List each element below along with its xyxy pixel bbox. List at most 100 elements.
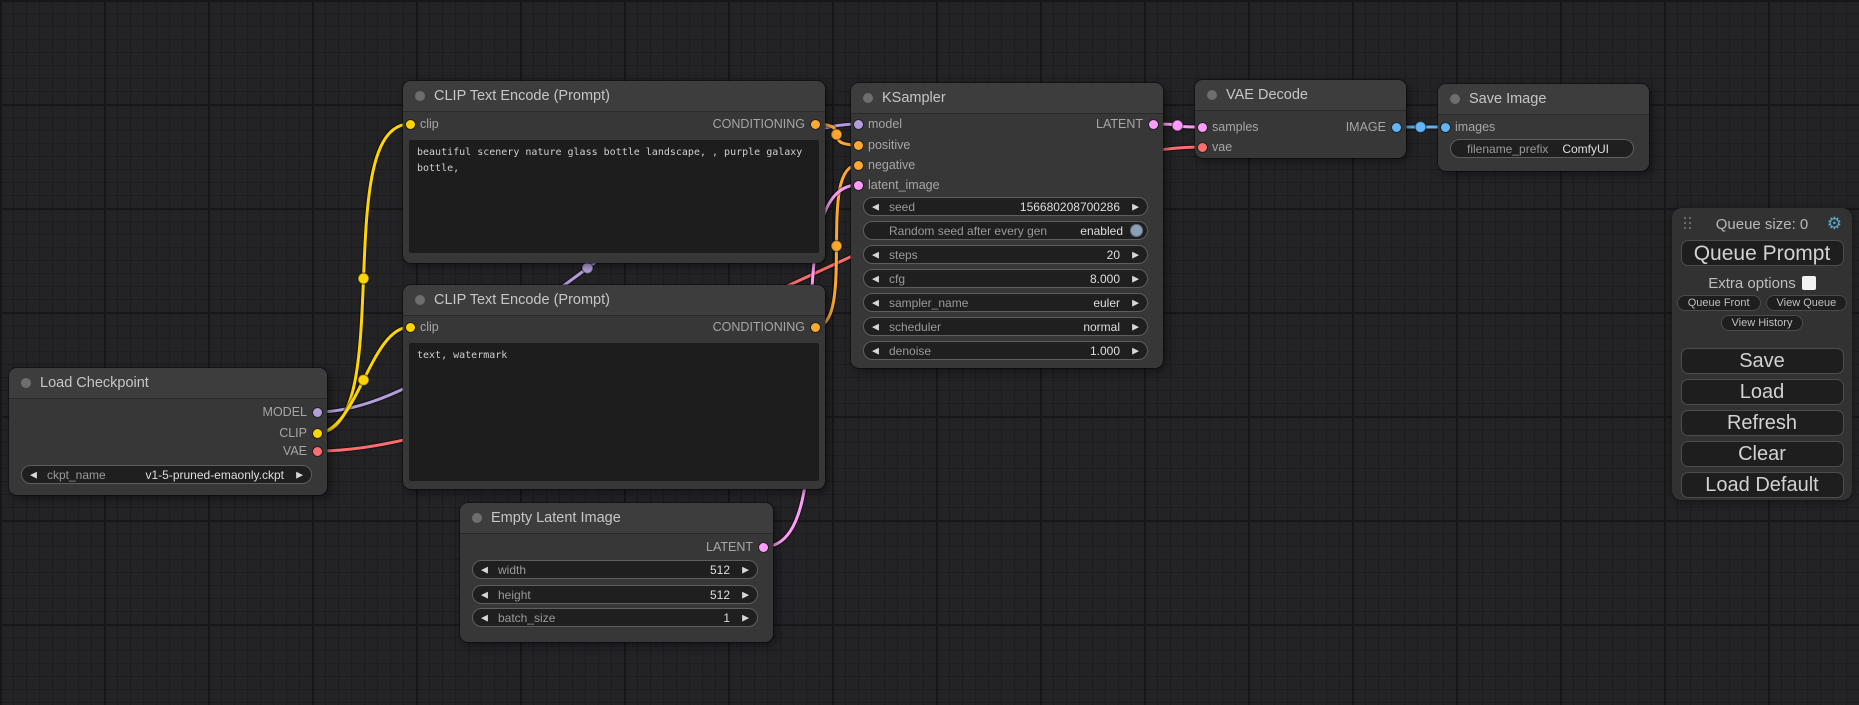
node-title-bar[interactable]: CLIP Text Encode (Prompt) bbox=[403, 285, 825, 316]
clip-slot-label: clip bbox=[420, 320, 439, 334]
conditioning-output-dot[interactable] bbox=[811, 323, 820, 332]
decrement-arrow-icon[interactable]: ◀ bbox=[872, 346, 879, 355]
load-button[interactable]: Load bbox=[1681, 379, 1844, 405]
node-graph-canvas[interactable]: Load CheckpointMODELCLIPVAE◀▶ckpt_namev1… bbox=[0, 0, 1859, 705]
increment-arrow-icon[interactable]: ▶ bbox=[296, 470, 303, 479]
clip-input-dot[interactable] bbox=[406, 323, 415, 332]
node-title-bar[interactable]: Save Image bbox=[1438, 84, 1649, 115]
link-midpoint-dot[interactable] bbox=[1415, 122, 1426, 133]
samples-input-dot[interactable] bbox=[1198, 123, 1207, 132]
decrement-arrow-icon[interactable]: ◀ bbox=[872, 298, 879, 307]
clip-input-dot[interactable] bbox=[406, 120, 415, 129]
increment-arrow-icon[interactable]: ▶ bbox=[1132, 322, 1139, 331]
conditioning-slot-label: CONDITIONING bbox=[713, 117, 805, 131]
ckpt_name-widget[interactable]: ◀▶ckpt_namev1-5-pruned-emaonly.ckpt bbox=[21, 465, 312, 484]
decrement-arrow-icon[interactable]: ◀ bbox=[481, 565, 488, 574]
save-button[interactable]: Save bbox=[1681, 348, 1844, 374]
collapse-dot-icon[interactable] bbox=[415, 91, 425, 101]
prompt-textarea[interactable]: text, watermark bbox=[409, 343, 819, 481]
batch_size-widget[interactable]: ◀▶batch_size1 bbox=[472, 608, 758, 627]
node-title-bar[interactable]: KSampler bbox=[851, 83, 1163, 114]
prompt-textarea[interactable]: beautiful scenery nature glass bottle la… bbox=[409, 140, 819, 253]
decrement-arrow-icon[interactable]: ◀ bbox=[872, 322, 879, 331]
increment-arrow-icon[interactable]: ▶ bbox=[1132, 250, 1139, 259]
random seed after every gen-widget[interactable]: Random seed after every genenabled bbox=[863, 221, 1148, 240]
collapse-dot-icon[interactable] bbox=[21, 378, 31, 388]
images-input-dot[interactable] bbox=[1441, 123, 1450, 132]
height-widget[interactable]: ◀▶height512 bbox=[472, 585, 758, 604]
view-queue-button[interactable]: View Queue bbox=[1766, 295, 1848, 311]
increment-arrow-icon[interactable]: ▶ bbox=[1132, 346, 1139, 355]
collapse-dot-icon[interactable] bbox=[1450, 94, 1460, 104]
model-output-dot[interactable] bbox=[313, 408, 322, 417]
clear-button[interactable]: Clear bbox=[1681, 441, 1844, 467]
decrement-arrow-icon[interactable]: ◀ bbox=[872, 274, 879, 283]
collapse-dot-icon[interactable] bbox=[863, 93, 873, 103]
latent-output-dot[interactable] bbox=[759, 543, 768, 552]
increment-arrow-icon[interactable]: ▶ bbox=[1132, 298, 1139, 307]
queue-prompt-button[interactable]: Queue Prompt bbox=[1681, 240, 1844, 266]
clip-output-dot[interactable] bbox=[313, 429, 322, 438]
model-input-dot[interactable] bbox=[854, 120, 863, 129]
link-midpoint-dot[interactable] bbox=[358, 375, 369, 386]
settings-gear-icon[interactable]: ⚙ bbox=[1827, 214, 1842, 234]
latent_image-input-dot[interactable] bbox=[854, 181, 863, 190]
collapse-dot-icon[interactable] bbox=[415, 295, 425, 305]
sampler_name-widget[interactable]: ◀▶sampler_nameeuler bbox=[863, 293, 1148, 312]
load-checkpoint-node[interactable]: Load CheckpointMODELCLIPVAE◀▶ckpt_namev1… bbox=[9, 368, 327, 495]
latent-output-dot[interactable] bbox=[1149, 120, 1158, 129]
clip-encode-2-node[interactable]: CLIP Text Encode (Prompt)clipCONDITIONIN… bbox=[403, 285, 825, 489]
load-default-button[interactable]: Load Default bbox=[1681, 472, 1844, 498]
link-midpoint-dot[interactable] bbox=[582, 263, 593, 274]
seed-widget[interactable]: ◀▶seed156680208700286 bbox=[863, 197, 1148, 216]
decrement-arrow-icon[interactable]: ◀ bbox=[481, 590, 488, 599]
node-title-bar[interactable]: Load Checkpoint bbox=[9, 368, 327, 399]
clip-encode-1-node[interactable]: CLIP Text Encode (Prompt)clipCONDITIONIN… bbox=[403, 81, 825, 263]
node-title: Save Image bbox=[1469, 91, 1546, 107]
scheduler-widget[interactable]: ◀▶schedulernormal bbox=[863, 317, 1148, 336]
cfg-widget[interactable]: ◀▶cfg8.000 bbox=[863, 269, 1148, 288]
collapse-dot-icon[interactable] bbox=[1207, 90, 1217, 100]
images-slot-label: images bbox=[1455, 120, 1495, 134]
conditioning-output-dot[interactable] bbox=[811, 120, 820, 129]
vae-decode-node[interactable]: VAE DecodesamplesIMAGEvae bbox=[1195, 80, 1406, 158]
width-widget[interactable]: ◀▶width512 bbox=[472, 560, 758, 579]
node-title: VAE Decode bbox=[1226, 87, 1308, 103]
empty-latent-node[interactable]: Empty Latent ImageLATENT◀▶width512◀▶heig… bbox=[460, 503, 773, 642]
increment-arrow-icon[interactable]: ▶ bbox=[742, 565, 749, 574]
filename_prefix-widget[interactable]: filename_prefixComfyUI bbox=[1450, 139, 1634, 158]
link-midpoint-dot[interactable] bbox=[1172, 120, 1183, 131]
extra-options-checkbox[interactable] bbox=[1802, 276, 1816, 290]
view-history-button[interactable]: View History bbox=[1721, 315, 1804, 331]
collapse-dot-icon[interactable] bbox=[472, 513, 482, 523]
save-image-node[interactable]: Save Image images filename_prefixComfyUI bbox=[1438, 84, 1649, 171]
negative-input-dot[interactable] bbox=[854, 161, 863, 170]
denoise-widget[interactable]: ◀▶denoise1.000 bbox=[863, 341, 1148, 360]
widget-value: 512 bbox=[710, 563, 730, 577]
vae-input-dot[interactable] bbox=[1198, 143, 1207, 152]
ksampler-node[interactable]: KSamplermodelLATENTpositivenegativelaten… bbox=[851, 83, 1163, 368]
increment-arrow-icon[interactable]: ▶ bbox=[1132, 274, 1139, 283]
increment-arrow-icon[interactable]: ▶ bbox=[1132, 202, 1139, 211]
decrement-arrow-icon[interactable]: ◀ bbox=[872, 202, 879, 211]
node-title-bar[interactable]: Empty Latent Image bbox=[460, 503, 773, 534]
refresh-button[interactable]: Refresh bbox=[1681, 410, 1844, 436]
link-midpoint-dot[interactable] bbox=[831, 129, 842, 140]
node-title-bar[interactable]: CLIP Text Encode (Prompt) bbox=[403, 81, 825, 112]
decrement-arrow-icon[interactable]: ◀ bbox=[481, 613, 488, 622]
increment-arrow-icon[interactable]: ▶ bbox=[742, 613, 749, 622]
image-output-dot[interactable] bbox=[1392, 123, 1401, 132]
steps-widget[interactable]: ◀▶steps20 bbox=[863, 245, 1148, 264]
queue-panel-header: Queue size: 0 ⚙ bbox=[1672, 214, 1852, 234]
increment-arrow-icon[interactable]: ▶ bbox=[742, 590, 749, 599]
decrement-arrow-icon[interactable]: ◀ bbox=[872, 250, 879, 259]
positive-input-dot[interactable] bbox=[854, 141, 863, 150]
decrement-arrow-icon[interactable]: ◀ bbox=[30, 470, 37, 479]
vae-output-dot[interactable] bbox=[313, 447, 322, 456]
link-midpoint-dot[interactable] bbox=[358, 273, 369, 284]
queue-front-button[interactable]: Queue Front bbox=[1677, 295, 1761, 311]
random-seed-toggle[interactable] bbox=[1130, 224, 1143, 237]
link-midpoint-dot[interactable] bbox=[831, 241, 842, 252]
widget-label: ckpt_name bbox=[47, 468, 106, 482]
node-title-bar[interactable]: VAE Decode bbox=[1195, 80, 1406, 111]
